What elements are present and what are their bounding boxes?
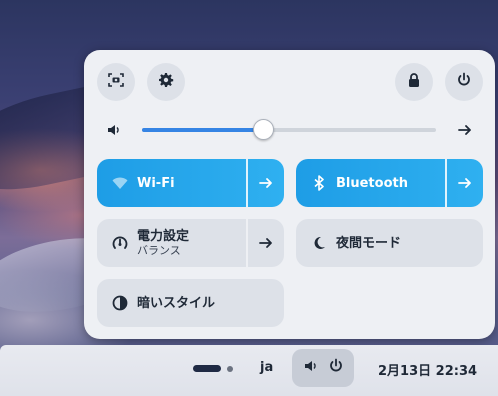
volume-output-arrow-button[interactable]	[457, 122, 473, 142]
moon-icon	[310, 234, 328, 252]
settings-button[interactable]	[147, 63, 185, 101]
wifi-menu-button[interactable]	[246, 159, 284, 207]
power-mode-toggle[interactable]: 電力設定 バランス	[97, 219, 246, 267]
arrow-right-icon	[458, 178, 471, 188]
bluetooth-toggle[interactable]: Bluetooth	[296, 159, 445, 207]
keyboard-language-indicator[interactable]: ja	[260, 360, 273, 375]
top-bar: ja 2月13日 22:34	[0, 345, 498, 396]
speaker-icon	[106, 122, 122, 142]
lock-button[interactable]	[395, 63, 433, 101]
arrow-right-icon	[259, 178, 272, 188]
screenshot-button[interactable]	[97, 63, 135, 101]
screenshot-icon	[108, 72, 124, 92]
volume-slider-knob[interactable]	[253, 119, 274, 140]
volume-slider-fill	[142, 128, 263, 132]
arrow-right-icon	[458, 125, 471, 135]
power-mode-label: 電力設定	[137, 229, 190, 244]
dark-style-toggle[interactable]: 暗いスタイル	[97, 279, 284, 327]
wifi-tile[interactable]: Wi-Fi	[97, 159, 284, 207]
wifi-icon	[111, 174, 129, 192]
bluetooth-label: Bluetooth	[336, 175, 408, 191]
lock-icon	[406, 72, 422, 92]
bluetooth-menu-button[interactable]	[445, 159, 483, 207]
night-mode-toggle[interactable]: 夜間モード	[296, 219, 483, 267]
volume-slider[interactable]	[142, 119, 436, 140]
night-mode-label: 夜間モード	[336, 235, 402, 251]
dark-style-label: 暗いスタイル	[137, 295, 216, 311]
gear-icon	[158, 72, 174, 92]
power-icon	[328, 358, 344, 378]
wifi-toggle[interactable]: Wi-Fi	[97, 159, 246, 207]
workspace-indicator-dot[interactable]	[227, 366, 233, 372]
night-mode-tile[interactable]: 夜間モード	[296, 219, 483, 267]
dark-style-icon	[111, 294, 129, 312]
power-mode-sublabel: バランス	[137, 244, 181, 257]
wifi-label: Wi-Fi	[137, 175, 175, 191]
power-icon	[456, 72, 472, 92]
bluetooth-icon	[310, 174, 328, 192]
system-status-area[interactable]	[292, 349, 354, 387]
dark-style-tile[interactable]: 暗いスタイル	[97, 279, 284, 327]
power-button[interactable]	[445, 63, 483, 101]
volume-row	[104, 118, 479, 142]
power-mode-menu-button[interactable]	[246, 219, 284, 267]
workspace-indicator-active[interactable]	[193, 365, 221, 372]
speedometer-icon	[111, 234, 129, 252]
arrow-right-icon	[259, 238, 272, 248]
bluetooth-tile[interactable]: Bluetooth	[296, 159, 483, 207]
quick-settings-panel: Wi-Fi Bluetooth 電力設定 バランス 夜間モード 暗いスタイル	[84, 50, 495, 339]
speaker-icon	[303, 358, 319, 378]
clock[interactable]: 2月13日 22:34	[378, 360, 477, 379]
power-mode-tile[interactable]: 電力設定 バランス	[97, 219, 284, 267]
